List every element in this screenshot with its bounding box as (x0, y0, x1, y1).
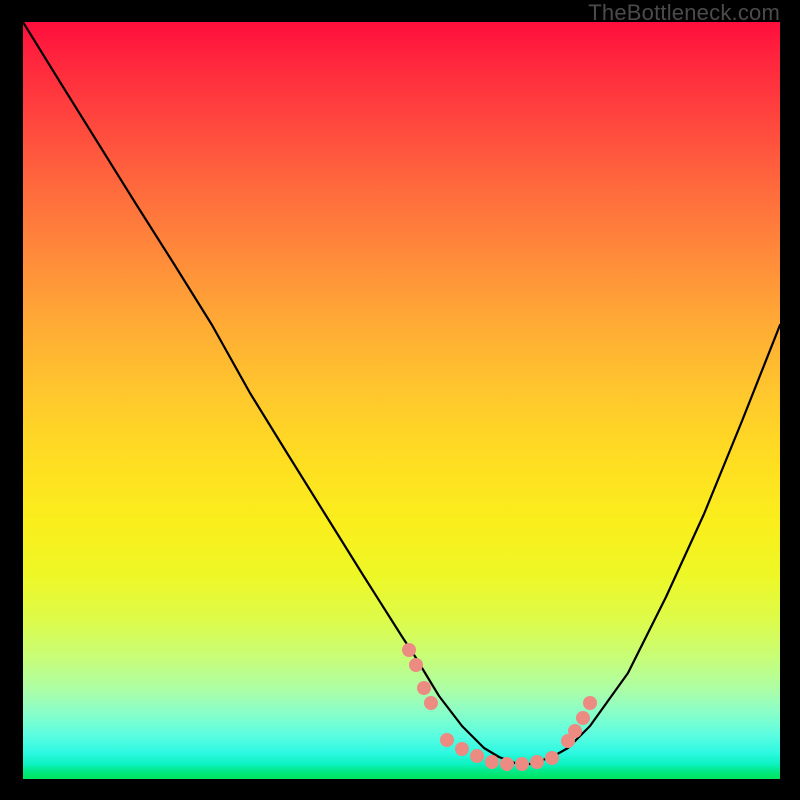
salmon-dots-left (402, 643, 438, 710)
watermark-text: TheBottleneck.com (588, 0, 780, 26)
plot-area (23, 22, 780, 779)
black-curve (23, 22, 780, 764)
chart-stage: TheBottleneck.com (0, 0, 800, 800)
salmon-dots-bottom (440, 733, 559, 771)
chart-lines-svg (23, 22, 780, 779)
